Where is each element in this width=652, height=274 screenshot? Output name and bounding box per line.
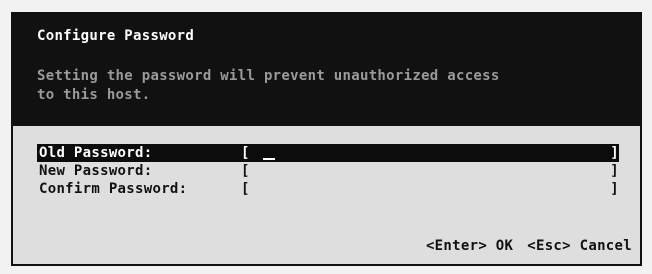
old-password-field[interactable]: [ ] <box>241 144 619 162</box>
new-password-row[interactable]: New Password: [ ] <box>37 162 619 180</box>
password-form: Old Password: [ ] New Password: [ ] Conf… <box>37 144 619 198</box>
dialog-title: Configure Password <box>37 28 195 44</box>
dialog-footer: <Enter> OK <Esc> Cancel <box>412 238 632 254</box>
ok-button[interactable]: <Enter> OK <box>426 238 513 254</box>
text-cursor <box>263 158 275 160</box>
old-password-label: Old Password: <box>39 145 153 161</box>
configure-password-dialog: Configure Password Setting the password … <box>11 12 642 266</box>
field-open-bracket: [ <box>241 163 250 179</box>
confirm-password-field[interactable]: [ ] <box>241 180 619 198</box>
field-close-bracket: ] <box>610 145 619 161</box>
old-password-row[interactable]: Old Password: [ ] <box>37 144 619 162</box>
dialog-header: Configure Password Setting the password … <box>13 14 640 126</box>
cancel-button[interactable]: <Esc> Cancel <box>527 238 632 254</box>
dialog-description: Setting the password will prevent unauth… <box>37 68 500 103</box>
confirm-password-label: Confirm Password: <box>39 181 188 197</box>
field-close-bracket: ] <box>610 181 619 197</box>
field-close-bracket: ] <box>610 163 619 179</box>
field-open-bracket: [ <box>241 181 250 197</box>
console-screen: Configure Password Setting the password … <box>0 0 652 274</box>
new-password-field[interactable]: [ ] <box>241 162 619 180</box>
field-open-bracket: [ <box>241 145 250 161</box>
confirm-password-row[interactable]: Confirm Password: [ ] <box>37 180 619 198</box>
new-password-label: New Password: <box>39 163 153 179</box>
